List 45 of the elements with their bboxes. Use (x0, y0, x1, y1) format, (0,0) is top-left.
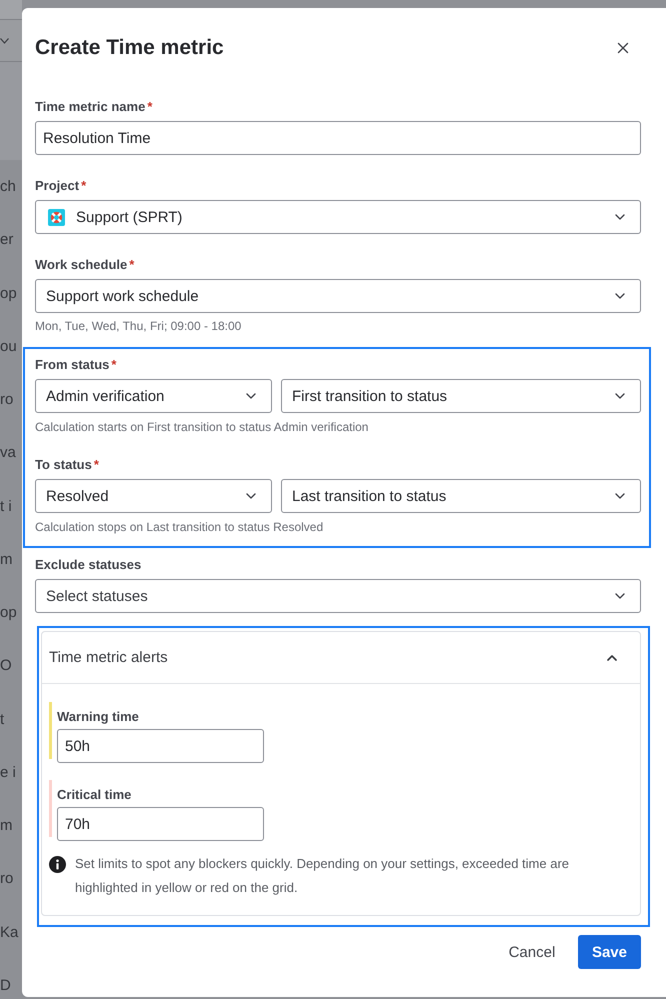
background-text: ou (0, 338, 17, 355)
select-field[interactable]: First transition to status (281, 379, 641, 413)
chevron-down-icon (0, 38, 9, 44)
background-text: op (0, 286, 17, 302)
select-field[interactable]: Select statuses (35, 579, 641, 613)
field-label: Warning time (57, 709, 139, 725)
field-label: From status* (35, 357, 116, 373)
info-text: Set limits to spot any blockers quickly. Depending on your settings, exceeded time are highlighted in yellow or red on the grid. (75, 855, 570, 897)
lifebuoy-icon (48, 208, 65, 226)
field-label: To status* (35, 457, 99, 473)
select-field[interactable]: Last transition to status (281, 479, 641, 513)
background-text: e i (0, 764, 16, 781)
field-label: Time metric name* (35, 99, 152, 115)
helper-text: Calculation stops on Last transition to status Resolved (35, 520, 324, 534)
background-text: ro (0, 392, 14, 408)
background-text: ro (0, 871, 14, 888)
background-text: er (0, 232, 14, 248)
dialog-title: Create Time metric (35, 35, 224, 61)
select-field[interactable]: Support work schedule (35, 279, 641, 313)
background-text: ch (0, 179, 16, 195)
text-input[interactable]: Resolution Time (35, 121, 641, 155)
field-label: Exclude statuses (35, 557, 142, 573)
helper-text: Mon, Tue, Wed, Thu, Fri; 09:00 - 18:00 (35, 319, 242, 333)
select-field[interactable]: Admin verification (35, 379, 272, 413)
accordion-header[interactable]: Time metric alerts (42, 632, 640, 684)
background-text: D (0, 978, 11, 994)
field-label: Project* (35, 178, 86, 194)
select-field[interactable]: Support (SPRT) (35, 200, 641, 234)
text-input[interactable]: 70h (57, 807, 264, 841)
text-input[interactable]: 50h (57, 729, 264, 763)
field-label: Critical time (57, 787, 132, 803)
background-text: O (0, 658, 12, 674)
background-text: va (0, 445, 16, 462)
select-field[interactable]: Resolved (35, 479, 272, 513)
field-label: Work schedule* (35, 257, 134, 273)
background-text: m (0, 552, 12, 568)
background-text: m (0, 818, 12, 834)
cancel-button[interactable]: Cancel (498, 935, 566, 969)
info-icon (49, 856, 66, 873)
background-text: t (0, 712, 4, 728)
background-text: t i (0, 498, 12, 515)
background-text: op (0, 605, 17, 622)
helper-text: Calculation starts on First transition to status Admin verification (35, 420, 368, 434)
background-text: Ka (0, 924, 18, 941)
save-button[interactable]: Save (578, 935, 641, 969)
